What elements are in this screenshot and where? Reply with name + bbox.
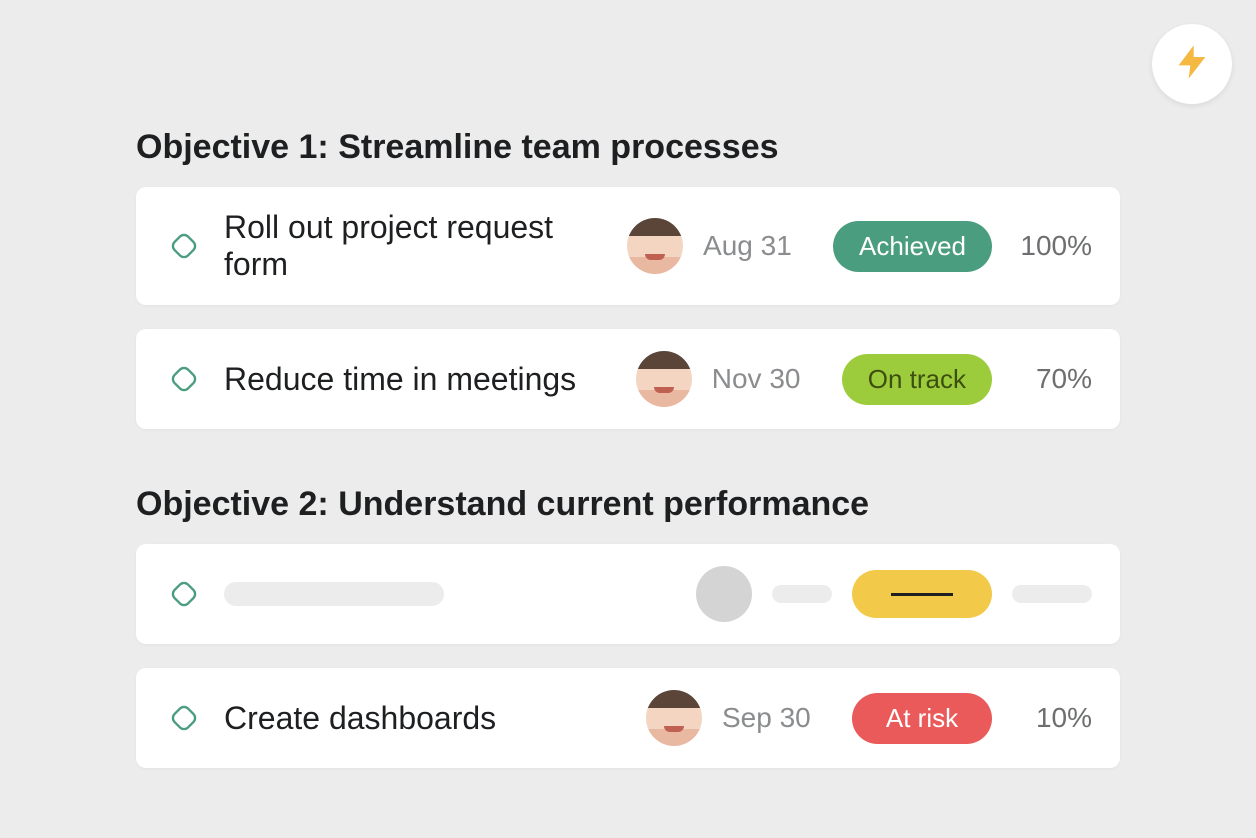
objective-title: Objective 2: Understand current performa… bbox=[136, 485, 1120, 524]
task-date: Nov 30 bbox=[712, 363, 822, 395]
task-row-placeholder bbox=[136, 544, 1120, 644]
task-title: Roll out project request form bbox=[224, 209, 607, 283]
objective-block: Objective 2: Understand current performa… bbox=[136, 485, 1120, 768]
task-progress: 100% bbox=[1012, 230, 1092, 262]
skeleton-progress bbox=[1012, 585, 1092, 603]
skeleton-date bbox=[772, 585, 832, 603]
lightning-icon bbox=[1172, 42, 1212, 87]
task-row[interactable]: Reduce time in meetings Nov 30 On track … bbox=[136, 329, 1120, 429]
diamond-icon[interactable] bbox=[164, 698, 204, 738]
status-badge: At risk bbox=[852, 693, 992, 744]
task-date: Aug 31 bbox=[703, 230, 813, 262]
skeleton-title bbox=[224, 582, 444, 606]
objectives-container: Objective 1: Streamline team processes R… bbox=[0, 0, 1256, 768]
task-date: Sep 30 bbox=[722, 702, 832, 734]
task-progress: 70% bbox=[1012, 363, 1092, 395]
task-row[interactable]: Create dashboards Sep 30 At risk 10% bbox=[136, 668, 1120, 768]
objective-title: Objective 1: Streamline team processes bbox=[136, 128, 1120, 167]
objective-block: Objective 1: Streamline team processes R… bbox=[136, 128, 1120, 429]
status-badge: On track bbox=[842, 354, 992, 405]
diamond-icon[interactable] bbox=[164, 226, 204, 266]
task-progress: 10% bbox=[1012, 702, 1092, 734]
task-title: Reduce time in meetings bbox=[224, 361, 616, 398]
diamond-icon bbox=[164, 574, 204, 614]
avatar[interactable] bbox=[627, 218, 683, 274]
avatar[interactable] bbox=[636, 351, 692, 407]
diamond-icon[interactable] bbox=[164, 359, 204, 399]
skeleton-status-badge bbox=[852, 570, 992, 618]
status-badge: Achieved bbox=[833, 221, 992, 272]
task-row[interactable]: Roll out project request form Aug 31 Ach… bbox=[136, 187, 1120, 305]
avatar-placeholder bbox=[696, 566, 752, 622]
avatar[interactable] bbox=[646, 690, 702, 746]
task-title: Create dashboards bbox=[224, 700, 626, 737]
lightning-badge[interactable] bbox=[1152, 24, 1232, 104]
